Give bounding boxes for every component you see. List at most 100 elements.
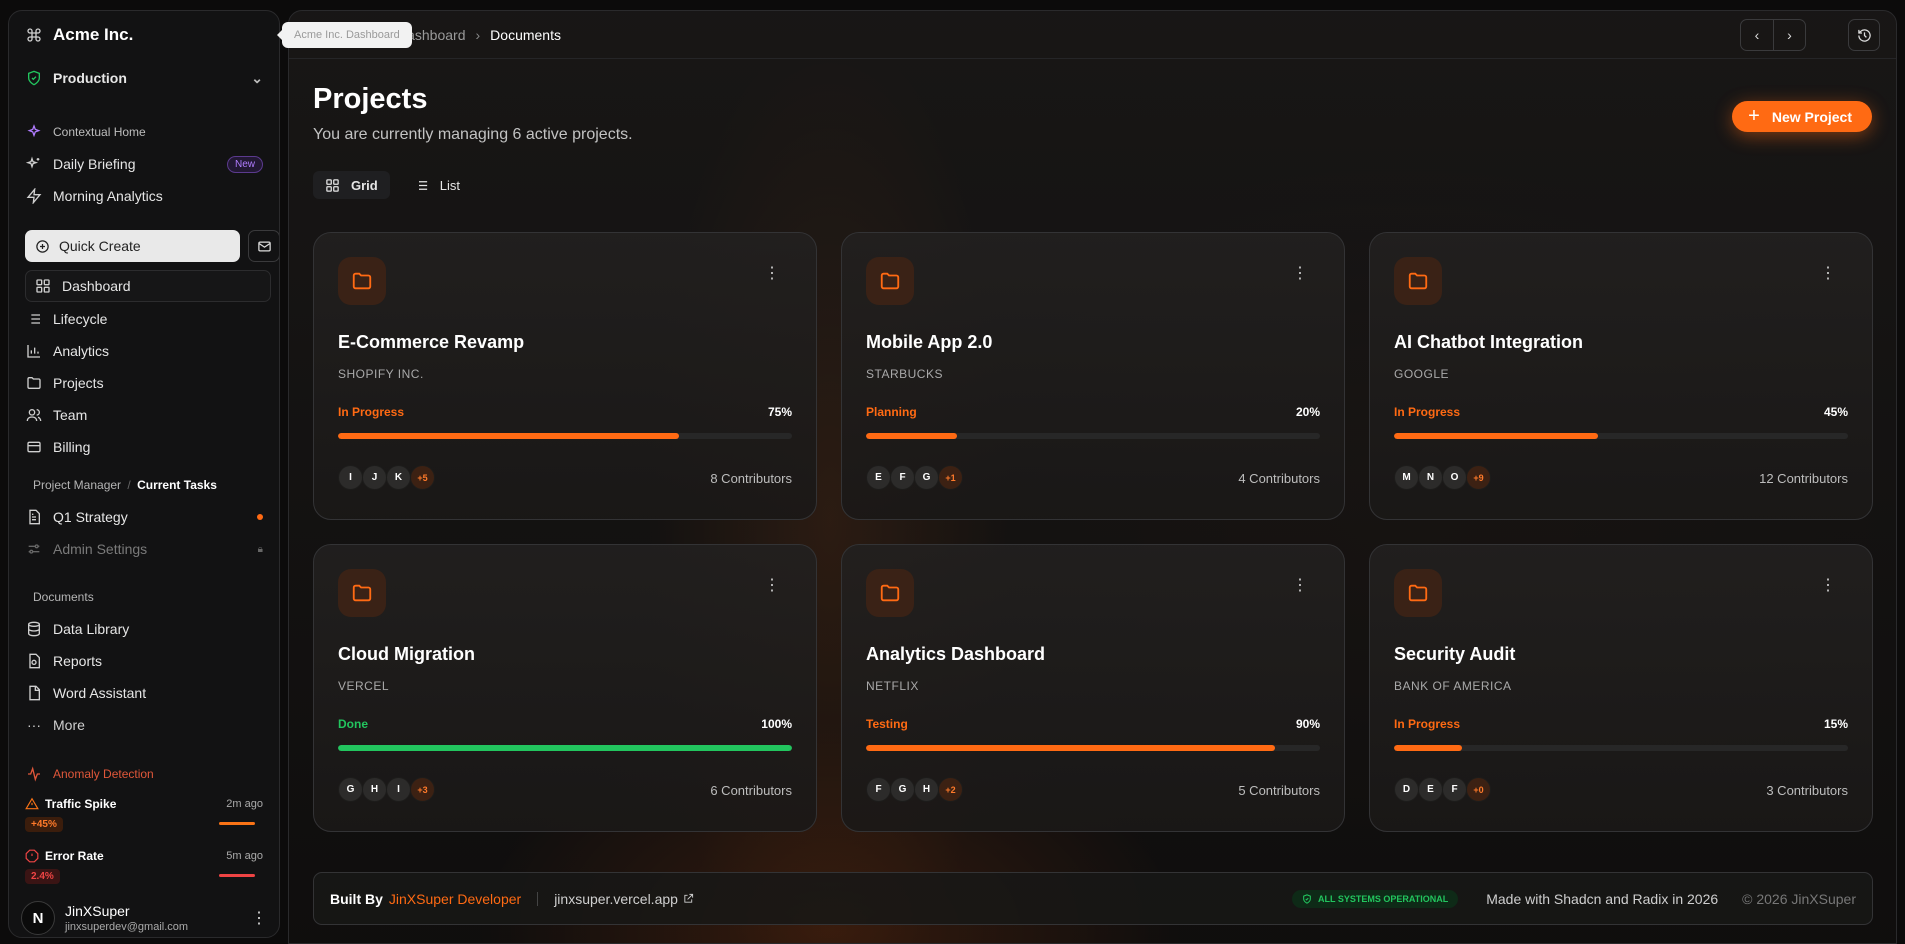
project-progress-label: 100% bbox=[761, 717, 792, 731]
list-label: List bbox=[439, 177, 460, 193]
plus-icon: + bbox=[1748, 105, 1760, 127]
alert-value: +45% bbox=[25, 817, 63, 832]
breadcrumb-current: Documents bbox=[490, 27, 561, 43]
alert-error-rate[interactable]: Error Rate 5m ago 2.4% bbox=[25, 849, 263, 884]
project-status: In Progress bbox=[1394, 405, 1461, 419]
project-card[interactable]: ⋮ Security Audit BANK OF AMERICA In Prog… bbox=[1369, 544, 1873, 832]
project-card[interactable]: ⋮ Mobile App 2.0 STARBUCKS Planning 20% … bbox=[841, 232, 1345, 520]
forward-button[interactable]: › bbox=[1773, 20, 1805, 50]
project-status: In Progress bbox=[1394, 717, 1461, 731]
project-card[interactable]: ⋮ AI Chatbot Integration GOOGLE In Progr… bbox=[1369, 232, 1873, 520]
sidebar-item-projects[interactable]: Projects bbox=[25, 374, 263, 392]
project-status: In Progress bbox=[338, 405, 405, 419]
sidebar-item-label: Word Assistant bbox=[53, 685, 147, 701]
sidebar: Acme Inc. Production ⌄ Contextual Home D… bbox=[8, 10, 280, 938]
folder-icon bbox=[1394, 257, 1442, 305]
project-progress-label: 75% bbox=[767, 405, 792, 419]
project-card[interactable]: ⋮ E-Commerce Revamp SHOPIFY INC. In Prog… bbox=[313, 232, 817, 520]
database-icon bbox=[25, 620, 43, 638]
environment-label: Production bbox=[53, 70, 127, 86]
chevron-right-icon: › bbox=[475, 27, 481, 43]
project-progress-label: 90% bbox=[1295, 717, 1320, 731]
built-by-link[interactable]: JinXSuper Developer bbox=[389, 891, 521, 907]
progress-bar bbox=[338, 433, 792, 439]
sparkle-icon bbox=[25, 123, 43, 141]
project-status: Testing bbox=[866, 717, 908, 731]
user-name: JinXSuper bbox=[65, 903, 130, 919]
sidebar-item-lifecycle[interactable]: Lifecycle bbox=[25, 310, 263, 328]
sidebar-item-dashboard[interactable]: Dashboard bbox=[25, 270, 271, 302]
contributors-count: 8 Contributors bbox=[710, 471, 792, 486]
contributor-avatars: E F G +1 bbox=[866, 465, 963, 490]
grid-icon bbox=[326, 178, 339, 192]
shield-check-icon bbox=[1303, 893, 1311, 904]
project-card[interactable]: ⋮ Analytics Dashboard NETFLIX Testing 90… bbox=[841, 544, 1345, 832]
alert-traffic-spike[interactable]: Traffic Spike 2m ago +45% bbox=[25, 797, 263, 832]
sidebar-item-reports[interactable]: Reports bbox=[25, 652, 263, 670]
contributors-count: 12 Contributors bbox=[1759, 471, 1848, 486]
project-client: SHOPIFY INC. bbox=[338, 367, 424, 381]
avatar: K bbox=[386, 465, 411, 490]
brand-name: Acme Inc. bbox=[53, 25, 134, 44]
new-badge: New bbox=[226, 155, 263, 173]
sidebar-item-team[interactable]: Team bbox=[25, 406, 263, 424]
avatar: F bbox=[866, 777, 891, 802]
avatar: D bbox=[1394, 777, 1419, 802]
chart-icon bbox=[25, 342, 43, 360]
sidebar-item-analytics[interactable]: Analytics bbox=[25, 342, 263, 360]
sidebar-item-daily-briefing[interactable]: Daily Briefing New bbox=[25, 155, 263, 173]
folder-icon bbox=[866, 569, 914, 617]
project-card[interactable]: ⋮ Cloud Migration VERCEL Done 100% G H I… bbox=[313, 544, 817, 832]
contributors-count: 4 Contributors bbox=[1238, 471, 1320, 486]
environment-switcher[interactable]: Production ⌄ bbox=[25, 69, 263, 87]
quick-create-button[interactable]: Quick Create bbox=[25, 230, 240, 262]
project-manager-breadcrumb: Project Manager / Current Tasks bbox=[33, 478, 217, 492]
documents-heading: Documents bbox=[33, 590, 94, 604]
list-view-button[interactable]: List bbox=[402, 171, 472, 199]
project-title: Mobile App 2.0 bbox=[866, 332, 993, 352]
avatar: O bbox=[1442, 465, 1467, 490]
new-project-button[interactable]: + New Project bbox=[1732, 101, 1872, 132]
website-link[interactable]: jinxsuper.vercel.app bbox=[554, 891, 694, 907]
admin-settings-label: Admin Settings bbox=[53, 541, 148, 557]
sidebar-item-more[interactable]: ··· More bbox=[25, 716, 263, 734]
progress-fill bbox=[1394, 745, 1463, 751]
progress-fill bbox=[866, 745, 1275, 751]
sidebar-item-label: Reports bbox=[53, 653, 103, 669]
more-vertical-icon[interactable]: ⋮ bbox=[1292, 575, 1308, 595]
inbox-button[interactable] bbox=[248, 230, 279, 262]
system-status-badge: ALL SYSTEMS OPERATIONAL bbox=[1292, 889, 1459, 908]
sparkles-icon bbox=[25, 155, 43, 173]
history-button[interactable] bbox=[1848, 19, 1880, 51]
sidebar-item-admin-settings[interactable]: Admin Settings 🔒︎ bbox=[25, 540, 263, 558]
lock-icon: 🔒︎ bbox=[257, 543, 263, 555]
sidebar-item-q1-strategy[interactable]: Q1 Strategy bbox=[25, 508, 263, 526]
brand[interactable]: Acme Inc. bbox=[25, 25, 263, 45]
more-vertical-icon[interactable]: ⋮ bbox=[1820, 575, 1836, 595]
sidebar-item-morning-analytics[interactable]: Morning Analytics bbox=[25, 187, 263, 205]
folder-icon bbox=[1394, 569, 1442, 617]
sidebar-item-billing[interactable]: Billing bbox=[25, 438, 263, 456]
more-vertical-icon[interactable]: ⋮ bbox=[764, 263, 780, 283]
grid-view-button[interactable]: Grid bbox=[313, 171, 390, 199]
folder-icon bbox=[338, 569, 386, 617]
users-icon bbox=[25, 406, 43, 424]
alert-time: 2m ago bbox=[226, 798, 263, 810]
chevron-left-icon: ‹ bbox=[1754, 27, 1760, 43]
user-profile[interactable]: N JinXSuper jinxsuperdev@gmail.com ⋮ bbox=[21, 899, 267, 935]
more-vertical-icon[interactable]: ⋮ bbox=[1292, 263, 1308, 283]
sidebar-item-data-library[interactable]: Data Library bbox=[25, 620, 263, 638]
external-link-icon bbox=[684, 893, 694, 903]
system-status-text: ALL SYSTEMS OPERATIONAL bbox=[1318, 893, 1449, 904]
contributor-avatars: M N O +9 bbox=[1394, 465, 1491, 490]
more-vertical-icon[interactable]: ⋮ bbox=[1820, 263, 1836, 283]
plus-circle-icon bbox=[36, 239, 49, 253]
brand-tooltip: Acme Inc. Dashboard bbox=[277, 22, 412, 48]
avatar: G bbox=[890, 777, 915, 802]
sidebar-item-word-assistant[interactable]: Word Assistant bbox=[25, 684, 263, 702]
more-vertical-icon[interactable]: ⋮ bbox=[764, 575, 780, 595]
project-client: GOOGLE bbox=[1394, 367, 1450, 381]
list-icon bbox=[25, 310, 43, 328]
back-button[interactable]: ‹ bbox=[1741, 20, 1773, 50]
user-menu-icon[interactable]: ⋮ bbox=[251, 908, 267, 928]
